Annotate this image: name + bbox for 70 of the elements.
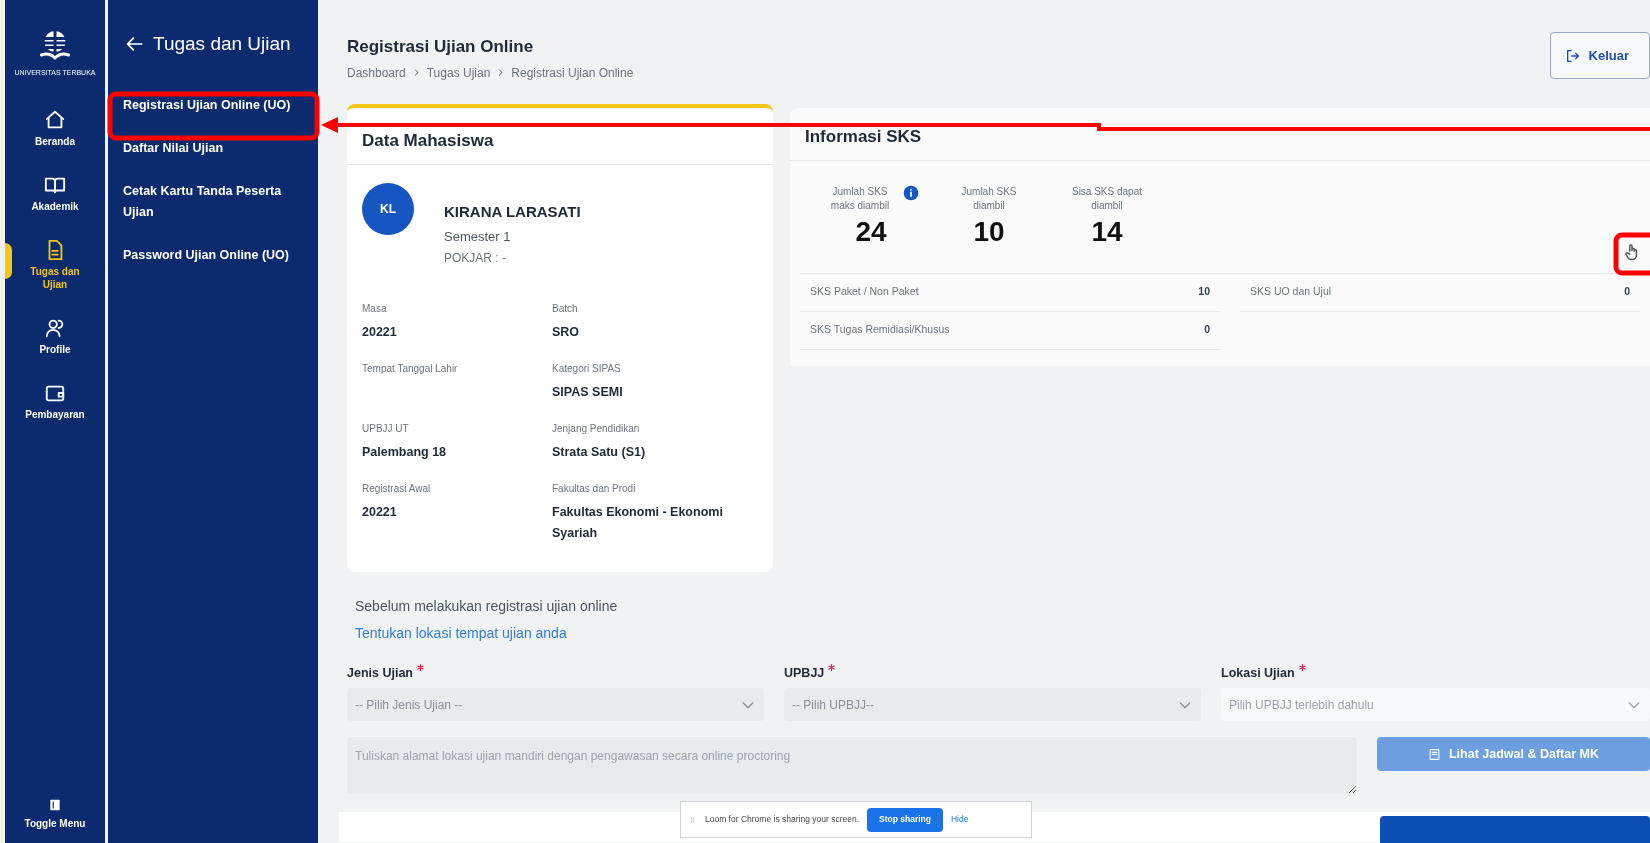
breadcrumb-link[interactable]: Registrasi Ujian Online	[511, 63, 634, 82]
list-icon	[1428, 747, 1441, 761]
row-label: SKS Tugas Remidiasi/Khusus	[810, 322, 950, 338]
field-label: Jenis Ujian	[347, 663, 424, 683]
stop-sharing-button[interactable]: Stop sharing	[867, 807, 943, 832]
row-value: 0	[1624, 284, 1630, 300]
field-label: Batch	[552, 301, 579, 316]
student-name: KIRANA LARASATI	[444, 201, 581, 222]
row-value: 0	[1204, 322, 1210, 338]
field-label: UPBJJ	[784, 663, 836, 683]
intro-text: Sebelum melakukan registrasi ujian online	[355, 596, 619, 616]
row-value: 10	[1198, 284, 1210, 300]
semester-text: Semester 1	[444, 228, 512, 246]
stat-label: Jumlah SKS maks diambil	[829, 184, 891, 213]
breadcrumb-link[interactable]: Tugas Ujian	[426, 63, 491, 82]
row-label: SKS UO dan Ujul	[1250, 284, 1332, 300]
home-icon	[44, 108, 66, 131]
nav-item[interactable]: Beranda	[25, 108, 85, 148]
row-label: SKS Paket / Non Paket	[810, 284, 919, 300]
field-label: Masa	[362, 301, 388, 316]
submenu-item[interactable]: Daftar Nilai Ujian	[108, 137, 239, 159]
field-value: Fakultas Ekonomi - Ekonomi Syariah	[552, 503, 724, 542]
field-label: Kategori SIPAS	[552, 361, 622, 376]
hide-link[interactable]: Hide	[950, 813, 969, 826]
highlight-frame	[1613, 232, 1650, 276]
field-label: Tempat Tanggal Lahir	[362, 361, 459, 376]
pokjar-text: POKJAR : -	[444, 249, 507, 267]
stat-value: 24	[855, 214, 887, 249]
avatar: KL	[362, 182, 414, 235]
chevron-right-icon	[496, 68, 506, 77]
location-link[interactable]: Tentukan lokasi tempat ujian anda	[355, 622, 1650, 644]
field-label: UPBJJ UT	[362, 421, 410, 436]
nav-item[interactable]: Pembayaran	[25, 381, 85, 421]
info-icon	[903, 184, 919, 201]
submit-button-edge[interactable]	[1380, 816, 1650, 843]
submenu-item[interactable]: Registrasi Ujian Online (UO)	[108, 94, 306, 116]
field-label: Jenjang Pendidikan	[552, 421, 641, 436]
field-value: 20221	[362, 323, 398, 341]
nav-item[interactable]: Tugas dan Ujian	[25, 238, 85, 291]
field-value: Palembang 18	[362, 443, 448, 461]
active-indicator	[5, 242, 12, 279]
field-label: Fakultas dan Prodi	[552, 481, 637, 496]
card-title: Data Mahasiswa	[347, 108, 773, 165]
required-asterisk-icon	[417, 663, 424, 671]
address-field[interactable]: Tuliskan alamat lokasi ujian mandiri dengan pengawasan secara online proctoring	[347, 737, 1357, 795]
nav-item[interactable]: Akademik	[25, 173, 85, 213]
share-text: Loom for Chrome is sharing your screen.	[705, 813, 859, 826]
field-value: Strata Satu (S1)	[552, 443, 647, 461]
field-value: SRO	[552, 323, 581, 341]
stat-value: 10	[973, 214, 1005, 249]
panel-icon	[48, 798, 62, 812]
field-label: Lokasi Ujian	[1221, 663, 1306, 683]
field-value: SIPAS SEMI	[552, 383, 624, 401]
required-asterisk-icon	[1298, 663, 1306, 671]
logout-icon	[1564, 47, 1581, 64]
submenu-item[interactable]: Cetak Kartu Tanda Peserta Ujian	[108, 180, 318, 223]
required-asterisk-icon	[828, 663, 836, 671]
stat-label: Jumlah SKS diambil	[960, 184, 1018, 213]
logout-button[interactable]: Keluar	[1549, 32, 1650, 79]
page-title: Registrasi Ujian Online	[347, 36, 535, 58]
field-label: Registrasi Awal	[362, 481, 432, 496]
toggle-menu-button[interactable]: Toggle Menu	[24, 798, 86, 831]
nav-item[interactable]: Profile	[25, 316, 85, 356]
field-value: 20221	[362, 503, 398, 521]
stat-value: 14	[1091, 214, 1123, 249]
breadcrumb-link[interactable]: Dashboard	[347, 63, 406, 82]
back-link[interactable]: Tugas dan Ujian	[108, 30, 318, 59]
stat-label: Sisa SKS dapat diambil	[1070, 184, 1143, 213]
card-title: Informasi SKS	[790, 108, 1650, 161]
submenu-item[interactable]: Password Ujian Online (UO)	[108, 244, 304, 266]
